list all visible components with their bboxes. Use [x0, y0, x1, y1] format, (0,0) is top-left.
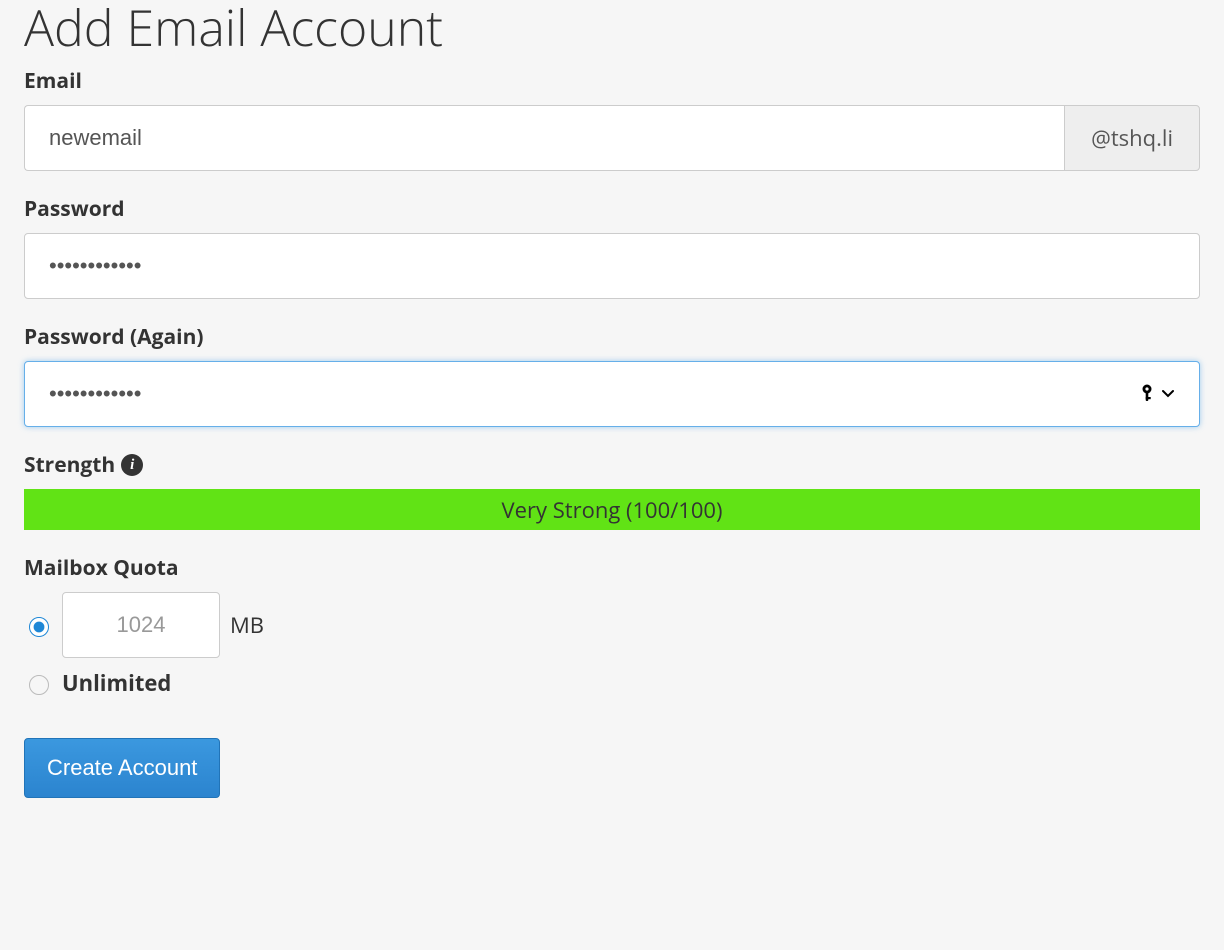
email-input[interactable]: [24, 105, 1064, 171]
quota-unlimited-row: Unlimited: [24, 668, 1200, 698]
chevron-down-icon: [1162, 388, 1174, 400]
create-account-button[interactable]: Create Account: [24, 738, 220, 798]
strength-group: Strength i Very Strong (100/100): [24, 451, 1200, 530]
password-again-wrap: [24, 361, 1200, 427]
email-group: Email @tshq.li: [24, 67, 1200, 171]
quota-value-input[interactable]: [62, 592, 220, 658]
strength-label: Strength: [24, 451, 115, 479]
password-again-group: Password (Again): [24, 323, 1200, 427]
password-group: Password: [24, 195, 1200, 299]
page-title: Add Email Account: [24, 0, 1200, 55]
email-input-group: @tshq.li: [24, 105, 1200, 171]
quota-group: Mailbox Quota MB Unlimited: [24, 554, 1200, 698]
key-icon[interactable]: [1142, 384, 1174, 404]
quota-label: Mailbox Quota: [24, 554, 1200, 582]
info-icon[interactable]: i: [121, 454, 143, 476]
email-label: Email: [24, 67, 1200, 95]
quota-unlimited-label: Unlimited: [62, 668, 171, 698]
password-again-label: Password (Again): [24, 323, 1200, 351]
password-again-input[interactable]: [24, 361, 1200, 427]
strength-bar: Very Strong (100/100): [24, 489, 1200, 530]
email-domain-suffix: @tshq.li: [1064, 105, 1200, 171]
key-svg: [1142, 384, 1158, 404]
password-label: Password: [24, 195, 1200, 223]
password-input[interactable]: [24, 233, 1200, 299]
quota-unit-label: MB: [230, 610, 264, 640]
quota-unlimited-radio[interactable]: [29, 675, 49, 695]
quota-fixed-row: MB: [24, 592, 1200, 658]
quota-fixed-radio[interactable]: [29, 617, 49, 637]
